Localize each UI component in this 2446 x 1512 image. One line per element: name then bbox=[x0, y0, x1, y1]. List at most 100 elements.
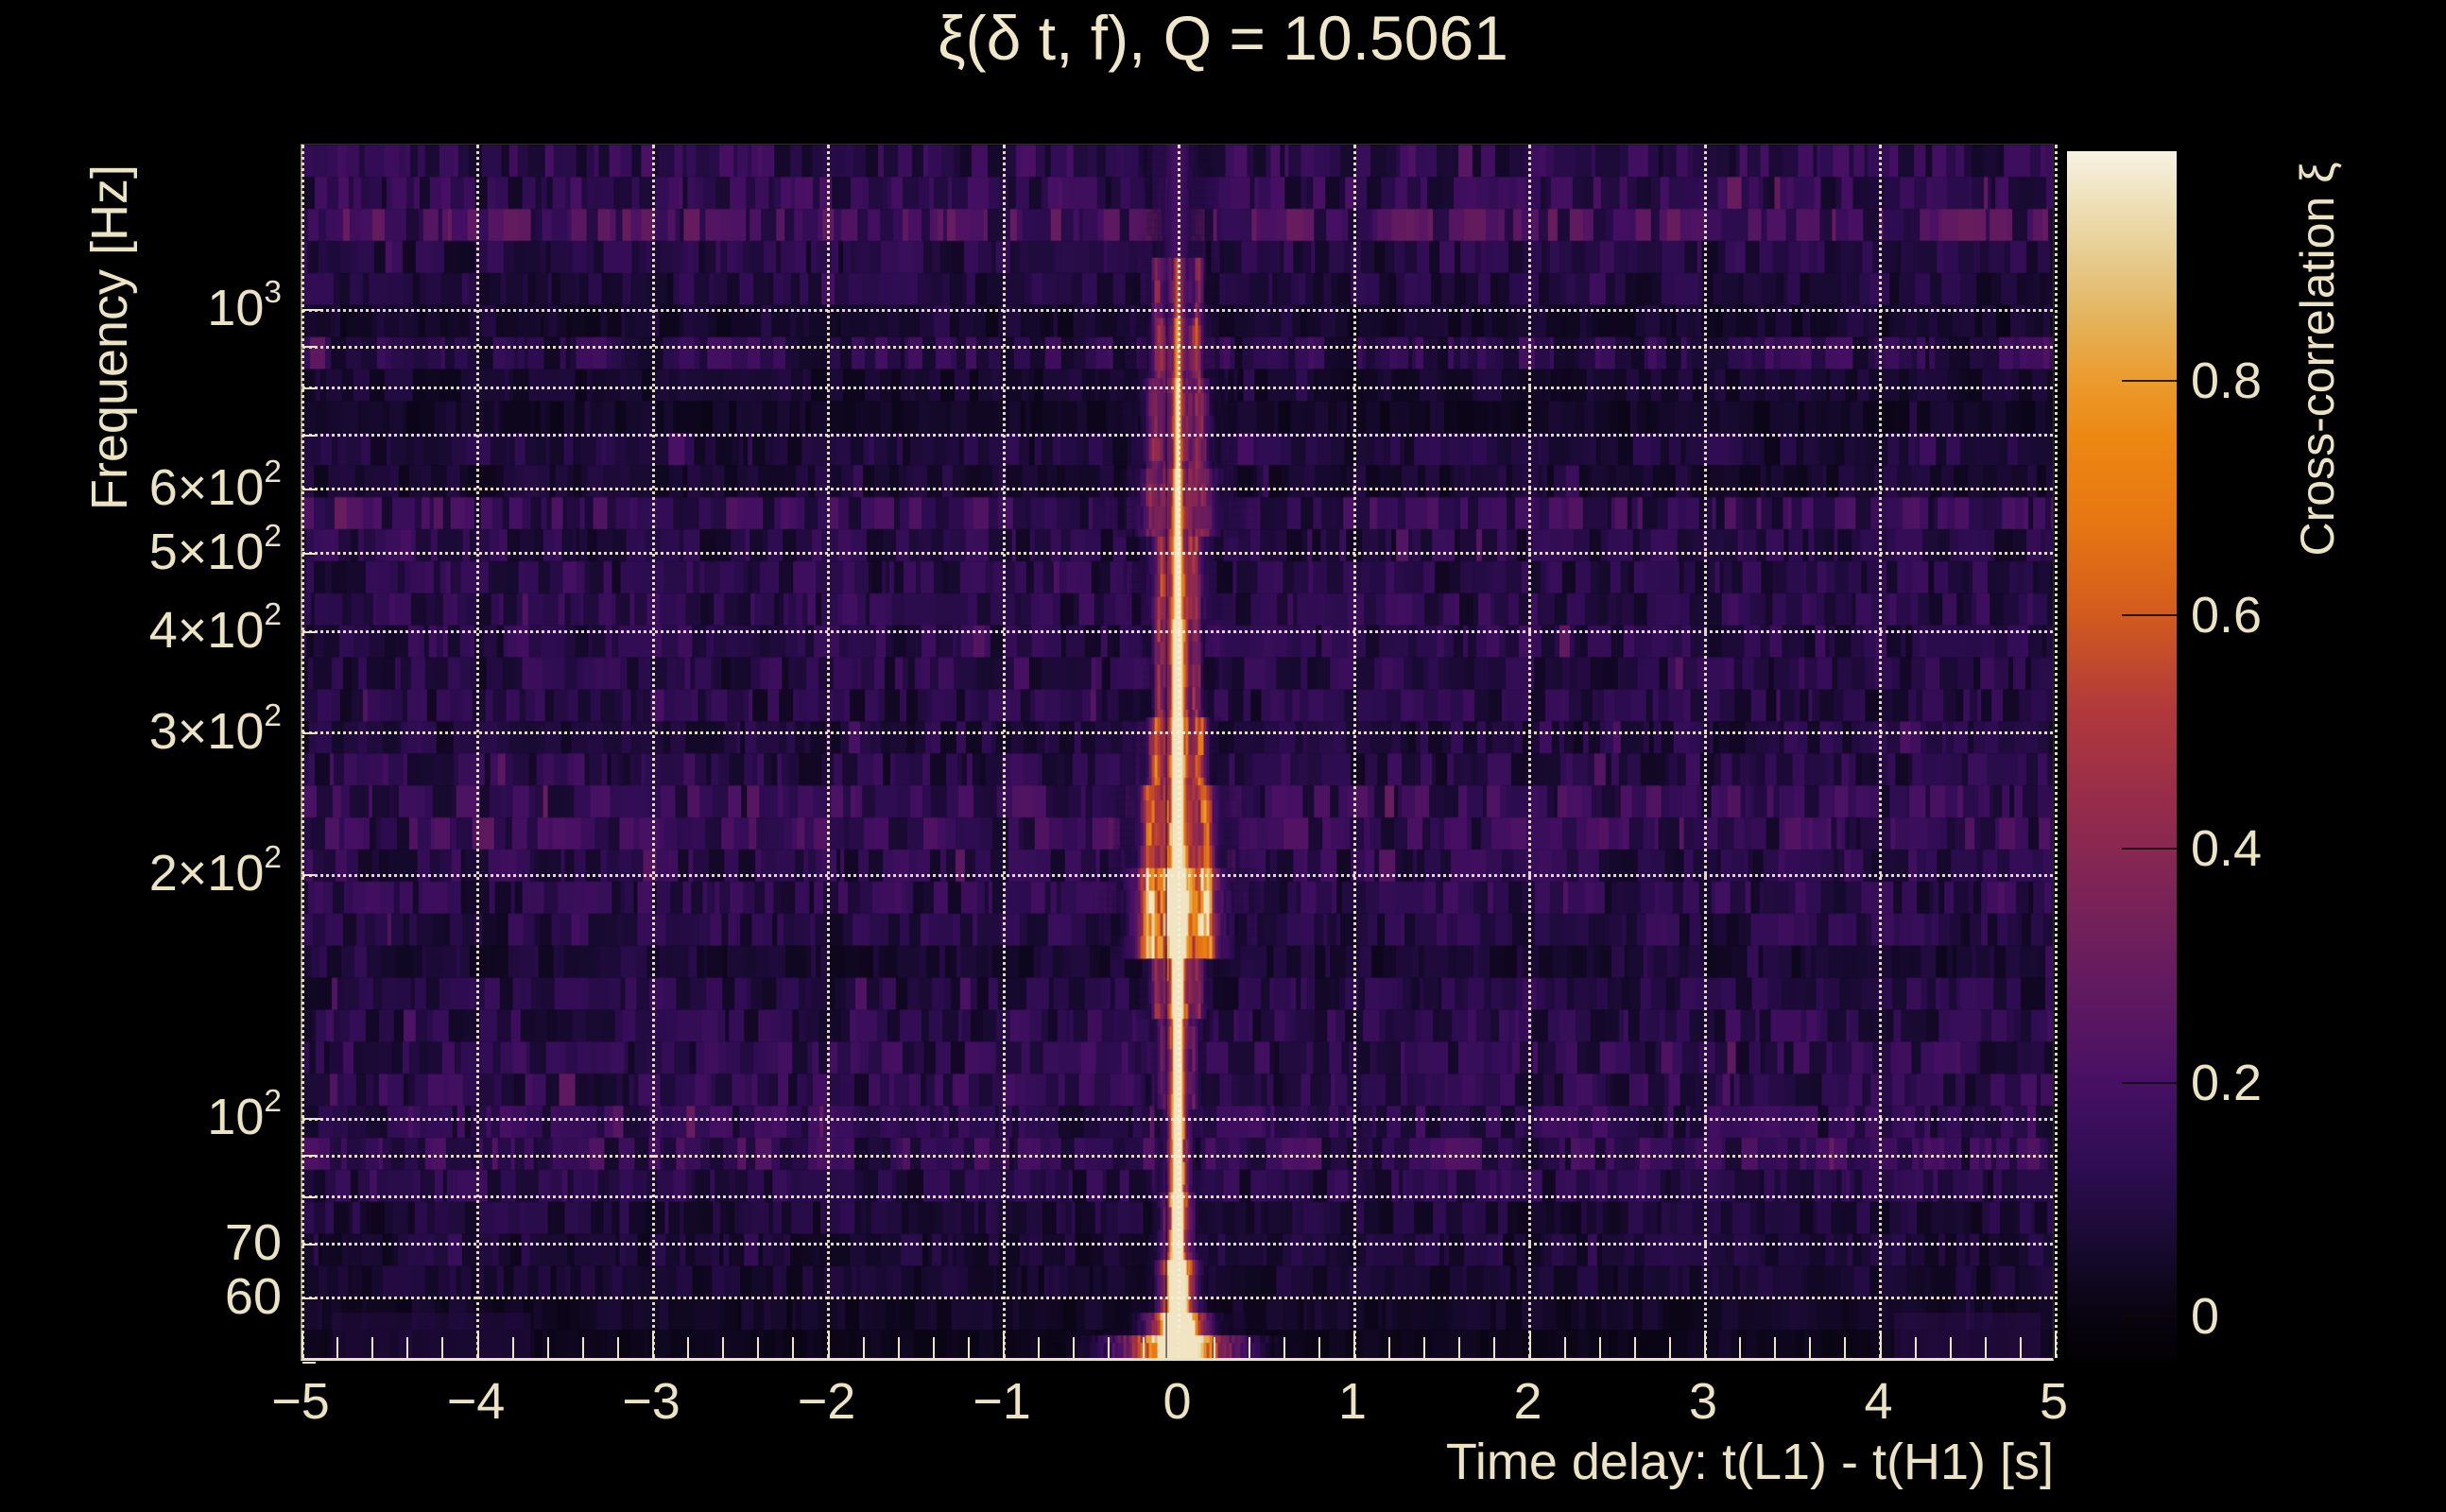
y-tick-label-70: 70 bbox=[224, 1213, 282, 1271]
x-tick-minor bbox=[1633, 1337, 1636, 1358]
x-tick-minor bbox=[546, 1337, 549, 1358]
x-tick-minor bbox=[1949, 1337, 1952, 1358]
x-tick-label-4: 4 bbox=[1864, 1373, 1893, 1430]
x-tick-label--3: −3 bbox=[622, 1373, 680, 1430]
y-tick-900 bbox=[302, 346, 316, 349]
x-tick-minor bbox=[511, 1337, 514, 1358]
gridline-x--3 bbox=[651, 145, 655, 1358]
x-tick-major bbox=[301, 1332, 303, 1358]
x-tick-minor bbox=[932, 1337, 935, 1358]
x-axis-title: Time delay: t(L1) - t(H1) [s] bbox=[1445, 1434, 2054, 1490]
x-tick-minor bbox=[1984, 1337, 1987, 1358]
y-tick-800 bbox=[302, 387, 316, 389]
x-tick-major bbox=[652, 1332, 654, 1358]
x-tick-major bbox=[1879, 1332, 1882, 1358]
y-tick-label-400: 4×102 bbox=[148, 596, 282, 659]
x-tick-minor bbox=[1073, 1337, 1076, 1358]
colorbar-title: Cross-correlation ξ bbox=[2291, 162, 2344, 557]
x-tick-minor bbox=[1038, 1337, 1041, 1358]
x-tick-label--4: −4 bbox=[446, 1373, 506, 1430]
colorbar-tick-label-0.8: 0.8 bbox=[2191, 352, 2263, 409]
x-tick-major bbox=[1178, 1332, 1180, 1358]
x-tick-minor bbox=[1493, 1337, 1496, 1358]
y-tick-1000 bbox=[302, 309, 323, 311]
y-tick-600 bbox=[302, 488, 316, 490]
x-tick-major bbox=[827, 1332, 830, 1358]
y-tick-500 bbox=[302, 552, 316, 555]
gridline-x--1 bbox=[1002, 145, 1006, 1358]
y-tick-50 bbox=[302, 1361, 316, 1364]
y-tick-400 bbox=[302, 630, 316, 633]
x-tick-minor bbox=[1598, 1337, 1601, 1358]
figure-canvas: ξ(δ t, f), Q = 10.5061 −5 −4 −3 −2 −1 0 1 2 3 4 5 … bbox=[0, 0, 2446, 1512]
gridline-x-5 bbox=[2054, 145, 2058, 1358]
colorbar-tick-0.2 bbox=[2122, 1081, 2177, 1084]
y-tick-label-1000: 103 bbox=[207, 274, 282, 336]
x-tick-minor bbox=[1458, 1337, 1461, 1358]
y-tick-700 bbox=[302, 434, 316, 437]
y-tick-label-200: 2×102 bbox=[148, 840, 282, 902]
x-tick-minor bbox=[1774, 1337, 1777, 1358]
colorbar-tick-0.4 bbox=[2122, 848, 2177, 850]
x-tick-label--1: −1 bbox=[973, 1373, 1031, 1430]
gridline-x--2 bbox=[827, 145, 830, 1358]
y-tick-60 bbox=[302, 1297, 316, 1299]
y-tick-300 bbox=[302, 731, 316, 734]
colorbar-tick-0.6 bbox=[2122, 613, 2177, 616]
x-tick-minor bbox=[722, 1337, 725, 1358]
x-tick-minor bbox=[1248, 1337, 1250, 1358]
y-tick-label-500: 5×102 bbox=[148, 518, 282, 580]
y-tick-90 bbox=[302, 1155, 316, 1158]
colorbar-tick-label-0.2: 0.2 bbox=[2191, 1054, 2263, 1111]
x-tick-minor bbox=[2019, 1337, 2022, 1358]
x-tick-minor bbox=[862, 1337, 865, 1358]
x-tick-minor bbox=[581, 1337, 584, 1358]
y-tick-label-60: 60 bbox=[224, 1267, 282, 1325]
x-tick-minor bbox=[1423, 1337, 1426, 1358]
x-tick-minor bbox=[757, 1337, 760, 1358]
gridline-x-0 bbox=[1178, 145, 1180, 1358]
x-tick-label--5: −5 bbox=[271, 1373, 330, 1430]
x-tick-minor bbox=[1108, 1337, 1111, 1358]
x-tick-minor bbox=[441, 1337, 444, 1358]
x-tick-label-3: 3 bbox=[1688, 1373, 1718, 1430]
colorbar-tick-0 bbox=[2122, 1315, 2177, 1317]
x-tick-minor bbox=[1914, 1337, 1917, 1358]
x-tick-minor bbox=[1318, 1337, 1320, 1358]
gridline-x--5 bbox=[301, 145, 304, 1358]
x-tick-label-5: 5 bbox=[2039, 1373, 2069, 1430]
y-tick-label-100: 102 bbox=[207, 1083, 282, 1145]
x-tick-minor bbox=[1213, 1337, 1215, 1358]
x-tick-minor bbox=[967, 1337, 970, 1358]
x-tick-label--2: −2 bbox=[797, 1373, 856, 1430]
colorbar-tick-label-0.6: 0.6 bbox=[2191, 586, 2263, 644]
x-tick-minor bbox=[1143, 1337, 1145, 1358]
x-tick-minor bbox=[336, 1337, 339, 1358]
x-tick-minor bbox=[792, 1337, 795, 1358]
colorbar bbox=[2067, 151, 2177, 1362]
gridline-x--4 bbox=[476, 145, 479, 1358]
x-tick-label-1: 1 bbox=[1337, 1373, 1368, 1430]
x-tick-minor bbox=[897, 1337, 900, 1358]
x-tick-minor bbox=[371, 1337, 374, 1358]
gridline-x-3 bbox=[1703, 145, 1707, 1358]
x-tick-minor bbox=[1739, 1337, 1742, 1358]
y-tick-200 bbox=[302, 874, 316, 877]
x-tick-minor bbox=[616, 1337, 619, 1358]
gridline-x-1 bbox=[1352, 145, 1356, 1358]
y-tick-100 bbox=[302, 1118, 323, 1120]
gridline-x-2 bbox=[1528, 145, 1531, 1358]
x-tick-minor bbox=[1283, 1337, 1285, 1358]
y-axis-title: Frequency [Hz] bbox=[81, 163, 138, 511]
x-tick-major bbox=[1704, 1332, 1706, 1358]
x-tick-minor bbox=[1563, 1337, 1566, 1358]
gridline-x-4 bbox=[1879, 145, 1882, 1358]
x-tick-major bbox=[1528, 1332, 1531, 1358]
chart-title: ξ(δ t, f), Q = 10.5061 bbox=[938, 3, 1508, 73]
x-tick-label-2: 2 bbox=[1513, 1373, 1542, 1430]
x-tick-major bbox=[1003, 1332, 1005, 1358]
x-tick-major bbox=[476, 1332, 479, 1358]
x-tick-minor bbox=[1668, 1337, 1671, 1358]
y-tick-80 bbox=[302, 1195, 316, 1198]
x-tick-minor bbox=[687, 1337, 690, 1358]
